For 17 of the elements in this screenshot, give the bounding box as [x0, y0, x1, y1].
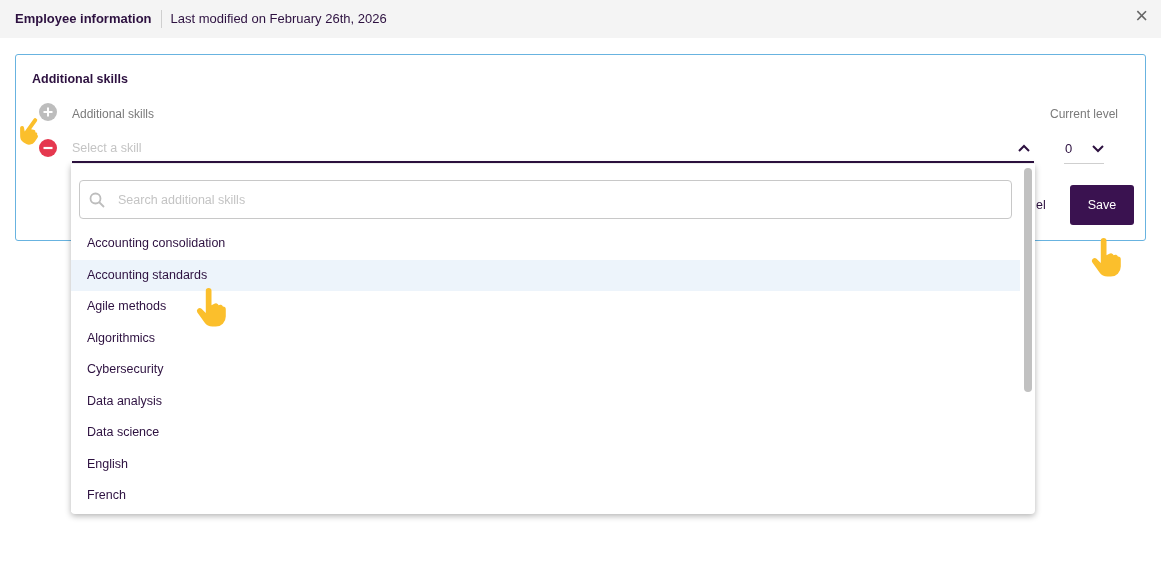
field-label: Current level — [1050, 106, 1119, 123]
level-select[interactable]: 0 — [1064, 135, 1104, 164]
skill-option[interactable]: Accounting standards — [71, 259, 1020, 291]
search-icon — [89, 192, 105, 208]
close-button[interactable]: × — [1135, 5, 1148, 27]
chevron-down-icon — [1092, 145, 1104, 153]
field-label: Additional skills — [72, 106, 155, 123]
last-modified-text: Last modified on February 26th, 2026 — [170, 10, 387, 29]
chevron-up-icon — [1018, 144, 1030, 152]
save-button[interactable]: Save — [1070, 185, 1134, 225]
cancel-button[interactable]: el — [1036, 196, 1046, 215]
window-title: Employee information — [15, 10, 152, 29]
scrollbar[interactable] — [1024, 168, 1032, 392]
search-field[interactable]: Search additional skills — [79, 180, 1012, 219]
add-icon[interactable] — [39, 103, 57, 121]
card-title: Additional skills — [32, 71, 128, 88]
remove-icon[interactable] — [39, 139, 57, 157]
